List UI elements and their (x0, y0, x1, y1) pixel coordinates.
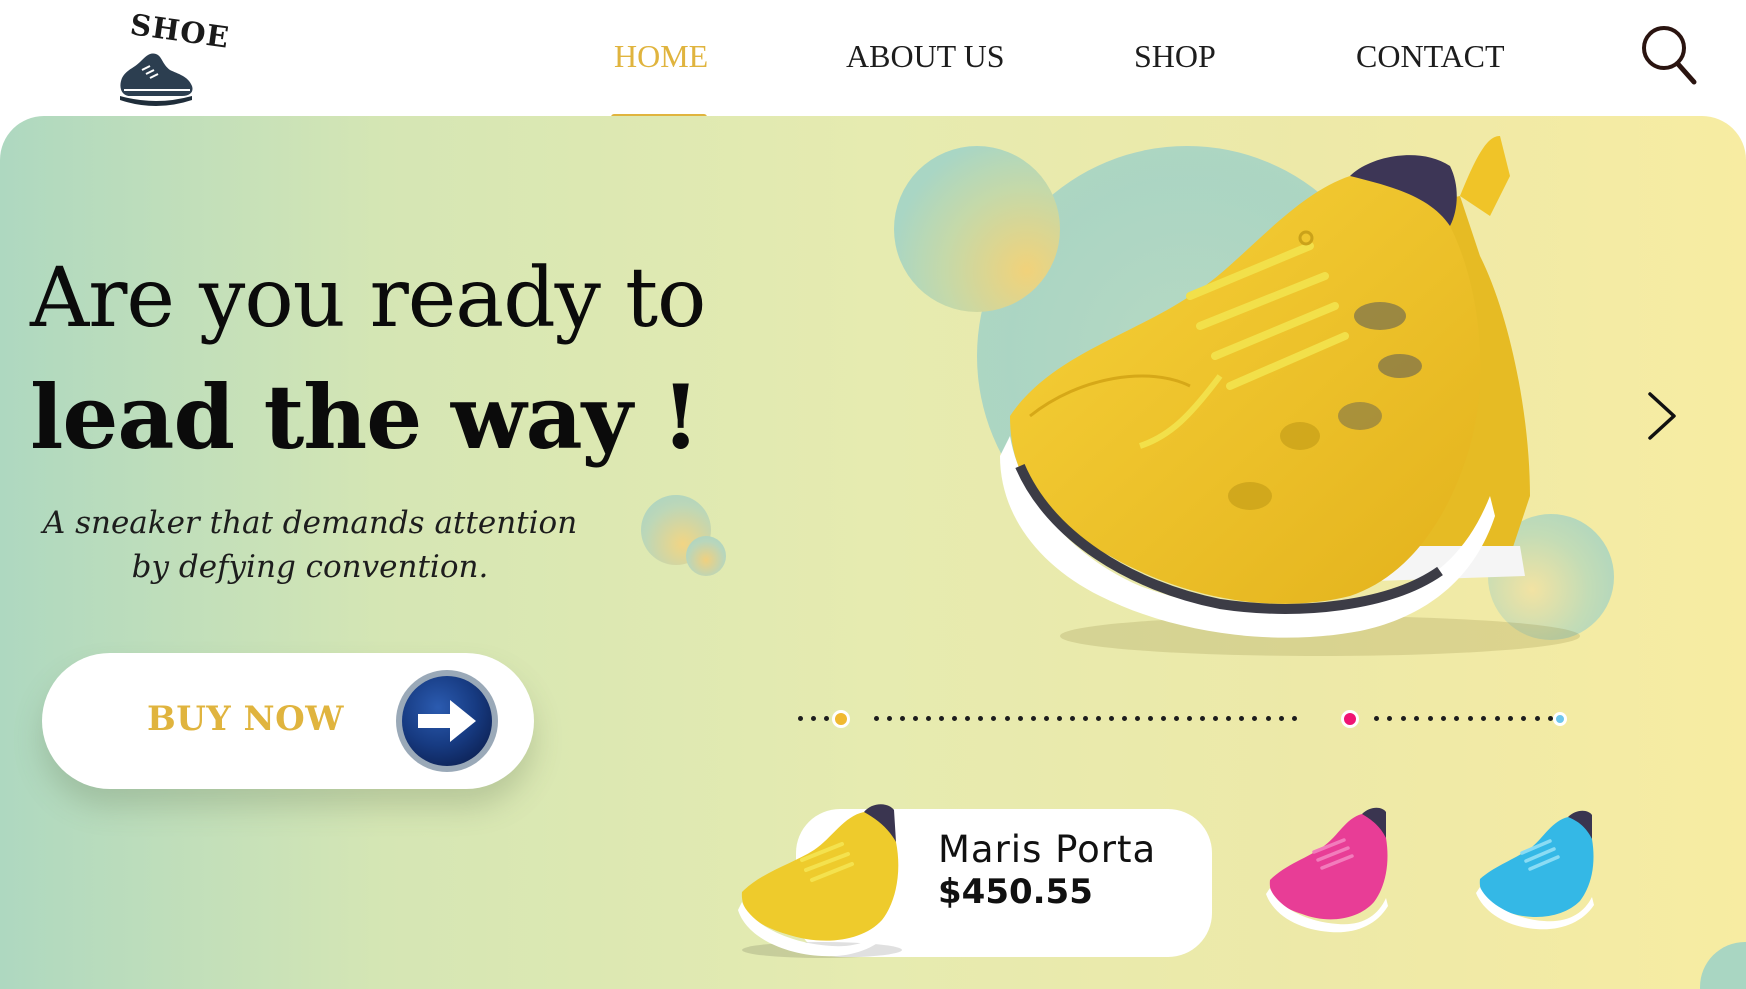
carousel-dot (1508, 716, 1513, 721)
decor-bubble (686, 536, 726, 576)
carousel-dot (1017, 716, 1023, 721)
carousel-dot (1239, 716, 1245, 721)
nav-home[interactable]: HOME (614, 38, 708, 75)
carousel-dot (991, 716, 997, 721)
buy-now-button[interactable]: BUY NOW (42, 653, 534, 789)
brand-logo[interactable]: SHOE (116, 7, 232, 110)
product-name: Maris Porta (938, 828, 1157, 871)
product-thumbnail-yellow[interactable] (732, 802, 912, 962)
carousel-dot (1030, 716, 1036, 721)
carousel-dot (811, 716, 816, 721)
carousel-dot-slide-1[interactable] (832, 709, 850, 728)
carousel-dot (1082, 716, 1088, 721)
product-price: $450.55 (938, 872, 1093, 912)
product-thumbnail-pink[interactable] (1262, 806, 1392, 936)
carousel-next-button[interactable] (1640, 386, 1684, 446)
carousel-dot (965, 716, 971, 721)
carousel-dot (1095, 716, 1101, 721)
carousel-dot (1004, 716, 1010, 721)
hero-product-image (1000, 136, 1580, 656)
carousel-dot (1213, 716, 1219, 721)
hero-tagline: A sneaker that demands attention by defy… (20, 501, 600, 589)
decor-bubble (1700, 942, 1746, 989)
product-thumbnail-blue[interactable] (1472, 809, 1596, 933)
carousel-dot (913, 716, 919, 721)
carousel-dot (1521, 716, 1527, 721)
carousel-dot (952, 716, 958, 721)
carousel-dot (1387, 716, 1393, 721)
carousel-dot (1265, 716, 1271, 721)
carousel-dot-slide-3[interactable] (1553, 711, 1567, 726)
carousel-dot (1414, 716, 1420, 721)
carousel-dot (1187, 716, 1193, 721)
headline-line-2: lead the way ! (30, 365, 700, 469)
carousel-dot (1108, 716, 1114, 721)
carousel-dot (1278, 716, 1284, 721)
carousel-dot (1043, 716, 1049, 721)
carousel-dot (1467, 716, 1473, 721)
carousel-dot (1121, 716, 1127, 721)
carousel-progress (790, 706, 1590, 736)
carousel-dot (1252, 716, 1258, 721)
carousel-dot (1135, 716, 1140, 721)
carousel-dot (1481, 716, 1487, 721)
nav-shop[interactable]: SHOP (1134, 38, 1216, 75)
headline-line-1: Are you ready to (30, 251, 706, 346)
search-icon (1642, 26, 1697, 85)
carousel-dot (824, 716, 829, 721)
carousel-dot (939, 716, 945, 721)
chevron-right-icon (1648, 392, 1676, 440)
carousel-dot (1174, 716, 1180, 721)
carousel-dot-slide-2[interactable] (1341, 709, 1359, 728)
carousel-dot (978, 716, 984, 721)
carousel-dot (1374, 716, 1379, 721)
carousel-dot (1148, 716, 1154, 721)
hero-headline: Are you ready to lead the way ! (30, 240, 750, 476)
shoe-logo-icon (120, 53, 193, 106)
carousel-dot (1200, 716, 1206, 721)
carousel-dot (1291, 716, 1297, 721)
carousel-dot (1494, 716, 1500, 721)
arrow-right-icon (396, 670, 498, 772)
carousel-dot (1427, 716, 1433, 721)
tagline-line-1: A sneaker that demands attention (42, 505, 578, 541)
nav-contact[interactable]: CONTACT (1356, 38, 1505, 75)
carousel-dot (798, 716, 803, 721)
carousel-dot (900, 716, 906, 721)
nav-about-us[interactable]: ABOUT US (846, 38, 1005, 75)
carousel-dot (887, 716, 893, 721)
carousel-dot (1056, 716, 1062, 721)
carousel-dot (1161, 716, 1167, 721)
carousel-dot (874, 716, 879, 721)
search-button[interactable] (1640, 24, 1698, 86)
site-header: SHOE HOME ABOUT US SHOP CONTACT (0, 0, 1746, 120)
carousel-dot (1534, 716, 1540, 721)
buy-now-label: BUY NOW (147, 699, 344, 739)
carousel-dot (1226, 716, 1232, 721)
page: SHOE HOME ABOUT US SHOP CONTACT Are you … (0, 0, 1746, 989)
carousel-dot (926, 716, 932, 721)
carousel-dot (1069, 716, 1075, 721)
carousel-dot (1441, 716, 1446, 721)
carousel-dot (1454, 716, 1460, 721)
hero-banner: Are you ready to lead the way ! A sneake… (0, 116, 1746, 989)
carousel-dot (1400, 716, 1406, 721)
tagline-line-2: by defying convention. (131, 549, 489, 585)
